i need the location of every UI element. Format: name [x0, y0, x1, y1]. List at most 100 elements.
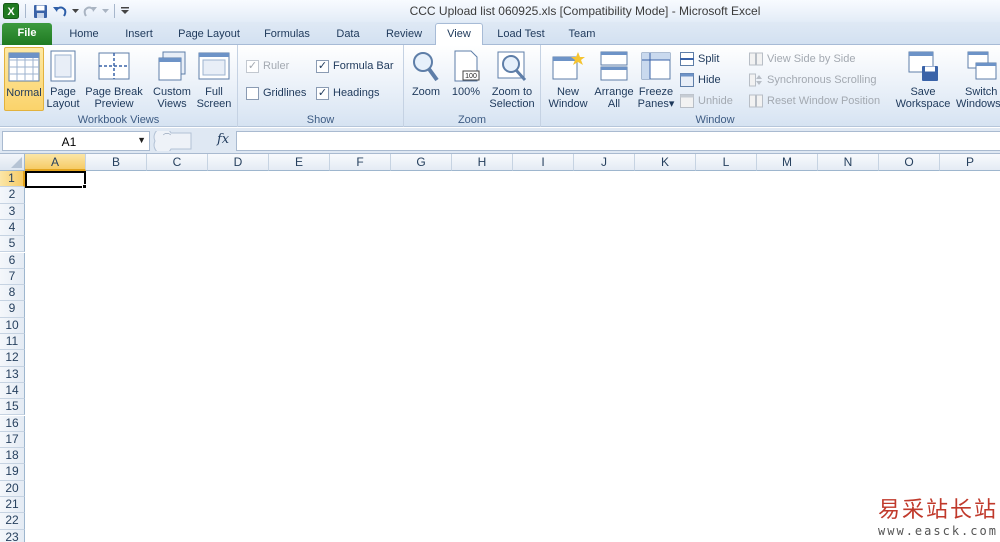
zoom-to-selection-button[interactable]: Zoom to Selection: [488, 47, 536, 111]
row-header-6[interactable]: 6: [0, 252, 25, 269]
headings-check-icon: ✓: [316, 86, 329, 100]
hide-button[interactable]: Hide: [680, 72, 721, 88]
tab-team[interactable]: Team: [562, 24, 602, 45]
split-button[interactable]: Split: [680, 51, 719, 67]
page-break-preview-button[interactable]: Page Break Preview: [83, 47, 145, 111]
column-header-f[interactable]: F: [330, 154, 391, 171]
tab-home[interactable]: Home: [60, 24, 108, 45]
row-header-3[interactable]: 3: [0, 203, 25, 220]
headings-checkbox[interactable]: ✓ Headings: [316, 85, 379, 101]
row-header-9[interactable]: 9: [0, 301, 25, 318]
new-window-label-1: New: [556, 86, 579, 98]
tab-review[interactable]: Review: [380, 24, 428, 45]
tab-page-layout[interactable]: Page Layout: [172, 24, 246, 45]
row-header-14[interactable]: 14: [0, 382, 25, 400]
column-header-b[interactable]: B: [86, 154, 147, 171]
tab-formulas[interactable]: Formulas: [258, 24, 316, 45]
column-header-g[interactable]: G: [391, 154, 452, 171]
row-header-12[interactable]: 12: [0, 350, 25, 367]
switch-windows-button[interactable]: Switch Windows: [955, 47, 1000, 111]
column-header-j[interactable]: J: [574, 154, 635, 171]
save-workspace-button[interactable]: Save Workspace: [893, 47, 953, 111]
group-zoom: Zoom 100 100% Zoom to Selection Zoom: [404, 45, 541, 127]
split-label: Split: [698, 53, 720, 65]
tab-file[interactable]: File: [2, 23, 52, 45]
row-header-4[interactable]: 4: [0, 219, 25, 237]
row-header-23[interactable]: 23: [0, 529, 25, 542]
zoom-to-selection-label-2: Selection: [489, 98, 535, 110]
column-header-o[interactable]: O: [879, 154, 940, 171]
column-header-c[interactable]: C: [147, 154, 208, 171]
group-window: New Window Arrange All Freeze Panes▾ Spl…: [541, 45, 1000, 127]
gridlines-checkbox[interactable]: Gridlines: [246, 85, 306, 101]
row-header-21[interactable]: 21: [0, 497, 25, 514]
site-watermark: 易采站长站 www.easck.com: [878, 492, 998, 538]
name-box[interactable]: A1 ▼: [2, 131, 150, 151]
page-layout-label-2: Layout: [46, 98, 80, 110]
row-header-15[interactable]: 15: [0, 399, 25, 416]
custom-views-button[interactable]: Custom Views: [150, 47, 194, 111]
save-workspace-label-2: Workspace: [895, 98, 951, 110]
arrange-all-label-1: Arrange: [594, 86, 634, 98]
column-header-a[interactable]: A: [25, 154, 86, 171]
row-header-2[interactable]: 2: [0, 187, 25, 204]
column-header-i[interactable]: I: [513, 154, 574, 171]
synchronous-scrolling-button[interactable]: Synchronous Scrolling: [749, 72, 876, 88]
arrange-all-button[interactable]: Arrange All: [593, 47, 635, 111]
row-header-22[interactable]: 22: [0, 513, 25, 530]
row-header-19[interactable]: 19: [0, 464, 25, 481]
gridlines-label: Gridlines: [263, 87, 307, 99]
normal-view-button[interactable]: Normal: [4, 47, 44, 111]
row-header-18[interactable]: 18: [0, 448, 25, 465]
insert-function-icon[interactable]: fx: [217, 132, 229, 147]
column-header-h[interactable]: H: [452, 154, 513, 171]
row-header-1[interactable]: 1: [0, 171, 25, 188]
headings-label: Headings: [333, 87, 380, 99]
column-header-p[interactable]: P: [940, 154, 1000, 171]
column-header-k[interactable]: K: [635, 154, 696, 171]
group-label-show: Show: [306, 114, 335, 126]
fill-handle[interactable]: [82, 184, 87, 189]
row-header-17[interactable]: 17: [0, 431, 25, 449]
tab-view[interactable]: View: [435, 23, 483, 45]
row-header-5[interactable]: 5: [0, 236, 25, 253]
row-header-20[interactable]: 20: [0, 480, 25, 497]
full-screen-button[interactable]: Full Screen: [196, 47, 232, 111]
column-header-m[interactable]: M: [757, 154, 818, 171]
row-header-10[interactable]: 10: [0, 317, 25, 334]
watermark-chinese-text: 易采站长站: [877, 498, 998, 523]
cells-area[interactable]: [25, 171, 1000, 542]
row-header-7[interactable]: 7: [0, 268, 25, 286]
column-header-l[interactable]: L: [696, 154, 757, 171]
gridlines-check-icon: [246, 86, 259, 100]
column-header-d[interactable]: D: [208, 154, 269, 171]
column-header-n[interactable]: N: [818, 154, 879, 171]
name-box-dropdown-icon[interactable]: ▼: [137, 135, 146, 145]
active-cell-a1[interactable]: [25, 171, 86, 188]
tab-load-test[interactable]: Load Test: [492, 24, 550, 45]
formula-bar-check-icon: ✓: [316, 59, 329, 73]
row-header-8[interactable]: 8: [0, 285, 25, 302]
unhide-button[interactable]: Unhide: [680, 93, 733, 109]
tab-data[interactable]: Data: [328, 24, 368, 45]
zoom-100-button[interactable]: 100 100%: [448, 47, 484, 111]
tab-insert[interactable]: Insert: [116, 24, 162, 45]
row-header-13[interactable]: 13: [0, 366, 25, 383]
worksheet-grid[interactable]: A B C D E F G H I J K L M N O P 1 2 3 4 5 6 7 8 9 10 11 12 13 14 15 16 1…: [0, 154, 1000, 542]
view-side-by-side-button[interactable]: View Side by Side: [749, 51, 855, 67]
select-all-corner[interactable]: [0, 154, 25, 171]
formula-input[interactable]: [236, 131, 1000, 151]
formula-bar-checkbox[interactable]: ✓ Formula Bar: [316, 58, 394, 74]
new-window-button[interactable]: New Window: [545, 47, 591, 111]
zoom-button[interactable]: Zoom: [408, 47, 444, 111]
freeze-panes-button[interactable]: Freeze Panes▾: [637, 47, 675, 111]
formula-bar-label: Formula Bar: [333, 60, 394, 72]
reset-window-position-button[interactable]: Reset Window Position: [749, 93, 880, 109]
column-header-e[interactable]: E: [269, 154, 330, 171]
formula-bar-expand-handle-icon[interactable]: ⌒: [153, 131, 193, 151]
ruler-checkbox[interactable]: ✓ Ruler: [246, 58, 289, 74]
row-header-16[interactable]: 16: [0, 415, 25, 432]
page-break-label-2: Preview: [94, 98, 134, 110]
page-layout-view-button[interactable]: Page Layout: [46, 47, 80, 111]
row-header-11[interactable]: 11: [0, 334, 25, 351]
